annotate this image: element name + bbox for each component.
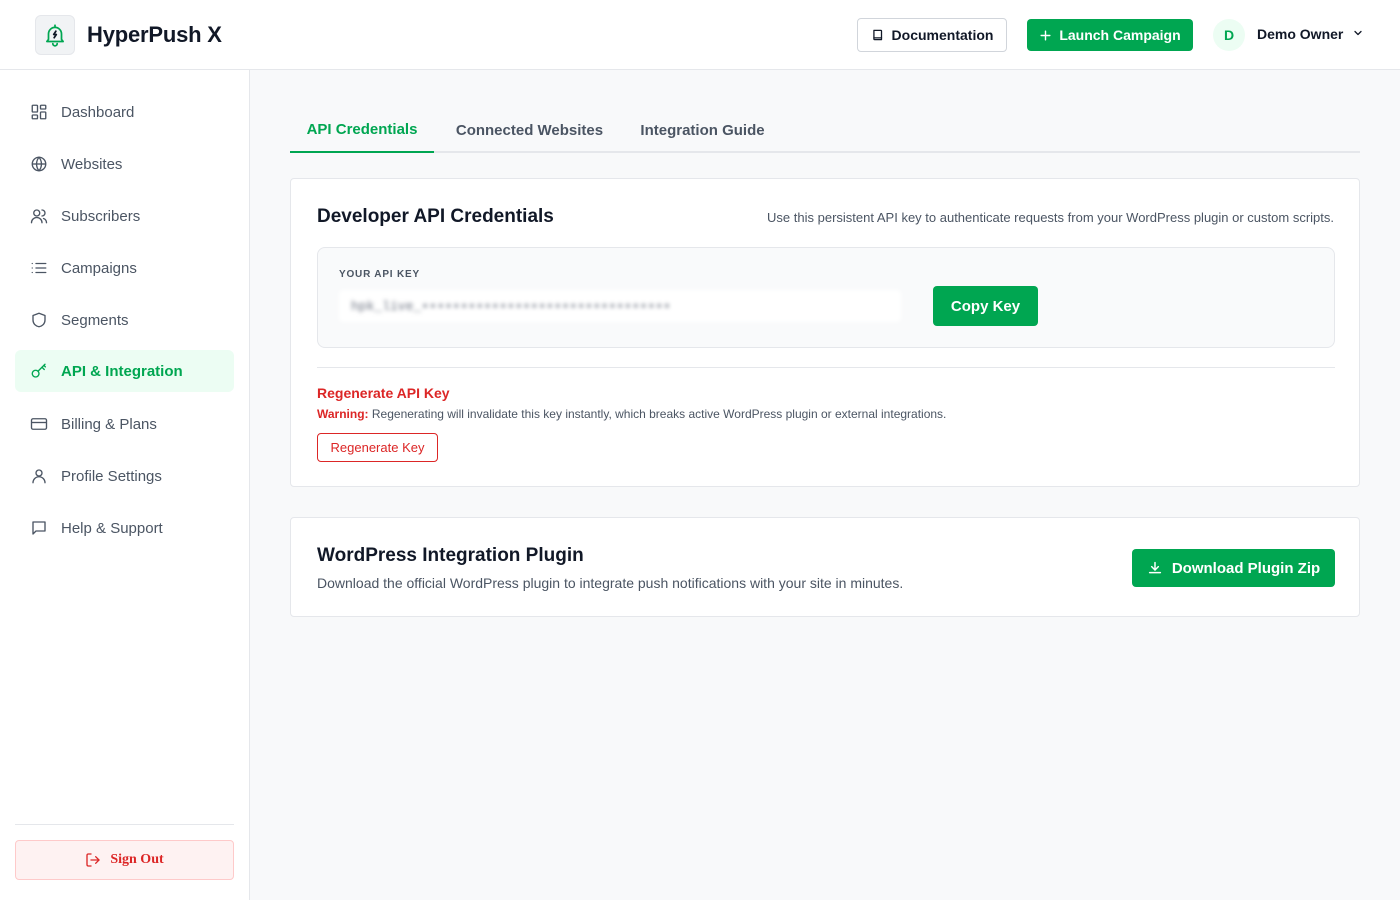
users-icon xyxy=(30,209,48,224)
bell-bolt-icon xyxy=(46,24,64,47)
sidebar-item-label: Campaigns xyxy=(61,259,137,277)
launch-campaign-label: Launch Campaign xyxy=(1059,27,1181,43)
sidebar: Dashboard Websites Subscribers Campaigns… xyxy=(0,70,250,900)
list-icon xyxy=(31,262,47,274)
top-header: HyperPush X Documentation Launch Campaig… xyxy=(0,0,1400,70)
logo[interactable] xyxy=(35,15,75,55)
sidebar-item-label: Help & Support xyxy=(61,519,163,537)
user-icon xyxy=(32,469,46,484)
sidebar-item-subscribers[interactable]: Subscribers xyxy=(15,195,234,237)
wordpress-plugin-card: WordPress Integration Plugin Download th… xyxy=(290,517,1360,617)
sign-out-label: Sign Out xyxy=(110,852,164,867)
shield-icon xyxy=(32,312,46,328)
tab-integration-guide[interactable]: Integration Guide xyxy=(625,108,780,153)
sidebar-item-profile-settings[interactable]: Profile Settings xyxy=(15,455,234,497)
api-key-box: YOUR API KEY hpk_live_••••••••••••••••••… xyxy=(317,247,1335,348)
regenerate-title: Regenerate API Key xyxy=(317,385,450,401)
message-icon xyxy=(32,521,46,535)
tab-api-credentials[interactable]: API Credentials xyxy=(290,108,434,153)
regenerate-key-button[interactable]: Regenerate Key xyxy=(317,433,438,462)
card-title: Developer API Credentials xyxy=(317,206,554,227)
sidebar-item-api-integration[interactable]: API & Integration xyxy=(15,350,234,392)
sign-out-button[interactable]: Sign Out xyxy=(15,840,234,880)
plus-icon xyxy=(1040,29,1051,41)
key-icon xyxy=(31,363,47,378)
card-divider xyxy=(317,367,1335,368)
card-description: Use this persistent API key to authentic… xyxy=(767,210,1334,225)
dashboard-icon xyxy=(31,104,47,120)
sidebar-divider xyxy=(15,824,234,825)
sidebar-item-label: Dashboard xyxy=(61,103,135,121)
copy-key-button[interactable]: Copy Key xyxy=(933,286,1038,326)
sidebar-item-websites[interactable]: Websites xyxy=(15,143,234,185)
download-icon xyxy=(1148,561,1161,574)
documentation-label: Documentation xyxy=(891,27,994,43)
chevron-down-icon[interactable] xyxy=(1352,27,1364,39)
download-plugin-button[interactable]: Download Plugin Zip xyxy=(1132,549,1335,587)
sidebar-item-dashboard[interactable]: Dashboard xyxy=(15,91,234,133)
download-plugin-label: Download Plugin Zip xyxy=(1171,559,1321,577)
api-key-label: YOUR API KEY xyxy=(339,269,420,280)
user-avatar[interactable]: D xyxy=(1213,19,1245,51)
sidebar-item-campaigns[interactable]: Campaigns xyxy=(15,247,234,289)
documentation-button[interactable]: Documentation xyxy=(857,18,1007,52)
sidebar-item-help-support[interactable]: Help & Support xyxy=(15,507,234,549)
launch-campaign-button[interactable]: Launch Campaign xyxy=(1027,19,1193,51)
sidebar-item-segments[interactable]: Segments xyxy=(15,299,234,341)
regenerate-warning: Warning: Regenerating will invalidate th… xyxy=(317,407,946,421)
sidebar-item-label: Profile Settings xyxy=(61,467,162,485)
sidebar-item-label: Segments xyxy=(61,311,129,329)
api-key-field[interactable]: hpk_live_•••••••••••••••••••••••••••••••… xyxy=(339,290,901,322)
sidebar-item-label: Billing & Plans xyxy=(61,415,157,433)
warning-prefix: Warning: xyxy=(317,407,369,421)
api-credentials-card: Developer API Credentials Use this persi… xyxy=(290,178,1360,487)
globe-icon xyxy=(31,156,47,172)
tab-bar: API Credentials Connected Websites Integ… xyxy=(290,108,1360,153)
tab-connected-websites[interactable]: Connected Websites xyxy=(440,108,619,153)
brand-name: HyperPush X xyxy=(87,22,222,47)
warning-text: Regenerating will invalidate this key in… xyxy=(368,407,947,421)
sidebar-item-label: Websites xyxy=(61,155,123,173)
book-icon xyxy=(872,29,882,41)
sidebar-item-label: Subscribers xyxy=(61,207,141,225)
user-name[interactable]: Demo Owner xyxy=(1257,26,1343,42)
sidebar-item-billing[interactable]: Billing & Plans xyxy=(15,403,234,445)
sidebar-item-label: API & Integration xyxy=(61,362,183,380)
plugin-description: Download the official WordPress plugin t… xyxy=(317,575,904,591)
credit-card-icon xyxy=(30,418,48,430)
plugin-title: WordPress Integration Plugin xyxy=(317,545,584,566)
logout-icon xyxy=(86,853,101,867)
